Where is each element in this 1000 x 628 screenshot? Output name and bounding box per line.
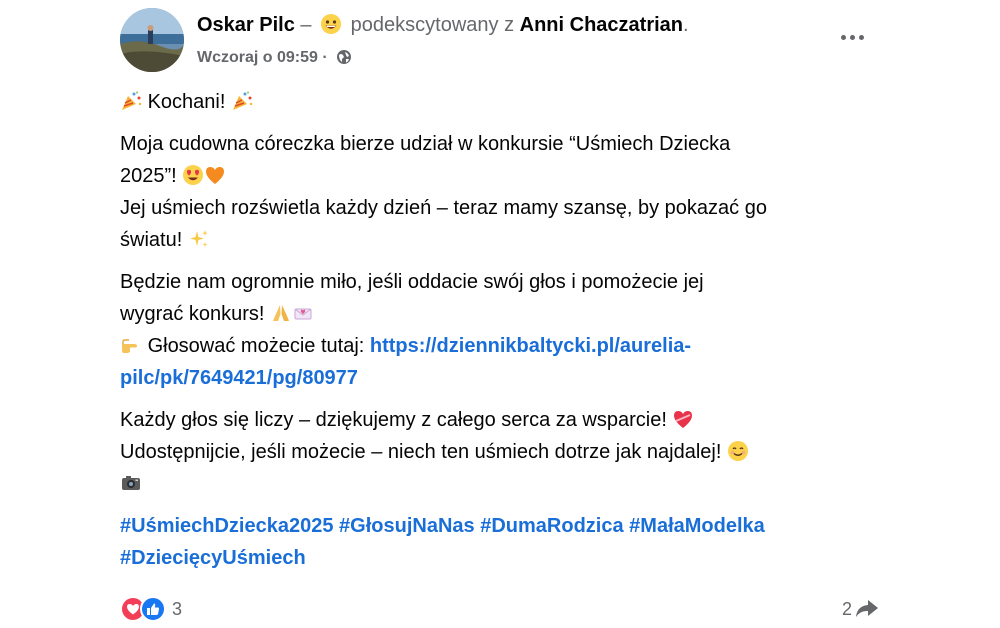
more-options-button[interactable] (832, 22, 872, 52)
like-icon (140, 596, 166, 622)
paragraph-2: Moja cudowna córeczka bierze udział w ko… (120, 128, 880, 256)
hashtag-link[interactable]: #GłosujNaNas (339, 515, 475, 537)
heart-with-ribbon-icon (674, 411, 693, 428)
p4-line1: Każdy głos się liczy – dziękujemy z całe… (120, 409, 667, 431)
reaction-count: 3 (172, 598, 183, 619)
sparkles-icon (189, 230, 208, 247)
hashtag-link[interactable]: #UśmiechDziecka2025 (120, 515, 333, 537)
p2-line2: 2025”! (120, 165, 177, 187)
hashtag-link[interactable]: #DziecięcyUśmiech (120, 547, 306, 569)
smiling-face-icon (728, 441, 748, 461)
orange-heart-icon (206, 167, 225, 184)
voting-link[interactable]: https://dziennikbaltycki.pl/aurelia- (370, 335, 691, 357)
paragraph-4: Każdy głos się liczy – dziękujemy z całe… (120, 404, 880, 500)
heart-eyes-face-icon (183, 165, 204, 185)
p2-line4: światu! (120, 229, 183, 251)
p3-line2: wygrać konkurs! (120, 303, 265, 325)
author-line: Oskar Pilc – podekscytowany z Anni Chacz… (197, 12, 689, 38)
excited-face-icon (321, 14, 342, 34)
more-options-dot (849, 34, 855, 40)
p2-line3: Jej uśmiech rozświetla każdy dzień – ter… (120, 197, 767, 219)
hashtag-link[interactable]: #DumaRodzica (480, 515, 623, 537)
hashtag-link[interactable]: #MałaModelka (629, 515, 765, 537)
shares-summary[interactable]: 2 (842, 594, 880, 624)
p2-line1: Moja cudowna córeczka bierze udział w ko… (120, 133, 731, 155)
folded-hands-icon (273, 305, 290, 321)
more-options-dot (858, 34, 864, 40)
party-popper-icon (122, 91, 142, 110)
separator: – (300, 14, 312, 36)
post-footer: 3 2 (120, 594, 880, 624)
tagged-person[interactable]: Anni Chaczatrian (520, 14, 683, 36)
reactions-summary[interactable]: 3 (120, 594, 182, 624)
share-arrow-icon (856, 600, 878, 617)
hashtags: #UśmiechDziecka2025 #GłosujNaNas #DumaRo… (120, 510, 880, 574)
p4-line2: Udostępnijcie, jeśli możecie – niech ten… (120, 441, 722, 463)
timestamp[interactable]: Wczoraj o 09:59 (197, 49, 318, 66)
pointing-right-hand-icon (122, 339, 137, 353)
facebook-post: Oskar Pilc – podekscytowany z Anni Chacz… (0, 0, 1000, 628)
p3-line1: Będzie nam ogromnie miło, jeśli oddacie … (120, 271, 704, 293)
share-count: 2 (841, 598, 852, 619)
party-popper-icon (232, 91, 253, 110)
post-body: Kochani! Moja cudowna córeczka bierze ud… (120, 86, 880, 584)
feeling-text: podekscytowany z (350, 14, 515, 36)
envelope-with-heart-icon (294, 308, 312, 320)
author-avatar[interactable] (120, 8, 184, 72)
voting-link-continued[interactable]: pilc/pk/7649421/pg/80977 (120, 367, 358, 389)
post-meta: Wczoraj o 09:59 · (197, 48, 352, 68)
globe-icon[interactable] (336, 49, 352, 65)
author-name[interactable]: Oskar Pilc (197, 14, 295, 36)
paragraph-1: Kochani! (120, 86, 880, 118)
more-options-icon (840, 34, 846, 40)
period: . (683, 14, 689, 36)
p3-line3: Głosować możecie tutaj: (147, 335, 365, 357)
post-header: Oskar Pilc – podekscytowany z Anni Chacz… (120, 6, 890, 72)
meta-dot: · (322, 49, 328, 66)
greeting-text: Kochani! (147, 91, 226, 113)
paragraph-3: Będzie nam ogromnie miło, jeśli oddacie … (120, 266, 880, 394)
camera-icon (122, 476, 140, 490)
